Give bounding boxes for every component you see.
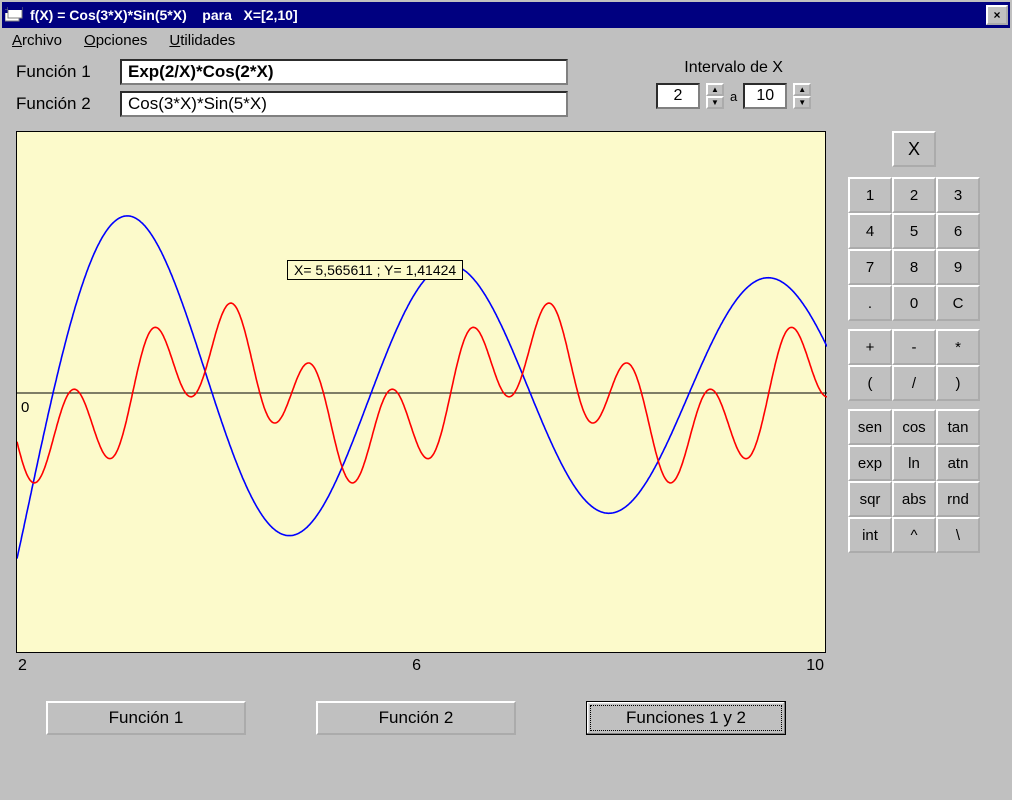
close-icon: ×	[993, 8, 1000, 22]
interval-block: Intervalo de X ▲ ▼ a ▲ ▼	[656, 59, 811, 109]
keypad-key-2[interactable]: 2	[892, 177, 936, 213]
plot-function1-button[interactable]: Función 1	[46, 701, 246, 735]
function1-label: Función 1	[16, 62, 120, 82]
keypad: X 123456789.0C +-*(/) sencostanexplnatns…	[846, 131, 982, 553]
plot-wrap: 0 X= 5,565611 ; Y= 1,41424 2 6 10	[16, 131, 826, 675]
keypad-fn-\[interactable]: \	[936, 517, 980, 553]
interval-from-up[interactable]: ▲	[706, 83, 724, 96]
function2-input[interactable]	[120, 91, 568, 117]
interval-to-input[interactable]	[743, 83, 787, 109]
keypad-fn-tan[interactable]: tan	[936, 409, 980, 445]
function2-label: Función 2	[16, 94, 120, 114]
interval-to-down[interactable]: ▼	[793, 96, 811, 109]
keypad-key-6[interactable]: 6	[936, 213, 980, 249]
app-icon	[4, 5, 24, 25]
keypad-fn-atn[interactable]: atn	[936, 445, 980, 481]
keypad-op-/[interactable]: /	[892, 365, 936, 401]
keypad-fn-sqr[interactable]: sqr	[848, 481, 892, 517]
keypad-fn-abs[interactable]: abs	[892, 481, 936, 517]
keypad-key-3[interactable]: 3	[936, 177, 980, 213]
keypad-op-+[interactable]: +	[848, 329, 892, 365]
plot-tooltip: X= 5,565611 ; Y= 1,41424	[287, 260, 463, 280]
keypad-fn-int[interactable]: int	[848, 517, 892, 553]
keypad-fn-sen[interactable]: sen	[848, 409, 892, 445]
keypad-funcs: sencostan explnatn sqrabsrnd int^\	[848, 409, 980, 553]
interval-to-spinner: ▲ ▼	[793, 83, 811, 109]
keypad-key-9[interactable]: 9	[936, 249, 980, 285]
window-title: f(X) = Cos(3*X)*Sin(5*X) para X=[2,10]	[30, 7, 986, 23]
x-tick: 2	[18, 657, 27, 675]
menu-utilidades[interactable]: Utilidades	[169, 32, 235, 49]
keypad-fn-exp[interactable]: exp	[848, 445, 892, 481]
titlebar[interactable]: f(X) = Cos(3*X)*Sin(5*X) para X=[2,10] ×	[2, 2, 1010, 28]
keypad-key-C[interactable]: C	[936, 285, 980, 321]
keypad-fn-cos[interactable]: cos	[892, 409, 936, 445]
keypad-fn-ln[interactable]: ln	[892, 445, 936, 481]
keypad-op--[interactable]: -	[892, 329, 936, 365]
keypad-op-*[interactable]: *	[936, 329, 980, 365]
keypad-key-7[interactable]: 7	[848, 249, 892, 285]
keypad-op-)[interactable]: )	[936, 365, 980, 401]
interval-to-up[interactable]: ▲	[793, 83, 811, 96]
menu-opciones[interactable]: Opciones	[84, 32, 147, 49]
keypad-key-5[interactable]: 5	[892, 213, 936, 249]
function1-input[interactable]	[120, 59, 568, 85]
keypad-op-([interactable]: (	[848, 365, 892, 401]
x-tick: 6	[412, 657, 421, 675]
keypad-fn-rnd[interactable]: rnd	[936, 481, 980, 517]
plot-function2-button[interactable]: Función 2	[316, 701, 516, 735]
keypad-key-0[interactable]: 0	[892, 285, 936, 321]
close-button[interactable]: ×	[986, 5, 1008, 25]
plot-svg	[17, 132, 827, 654]
interval-from-spinner: ▲ ▼	[706, 83, 724, 109]
x-axis-ticks: 2 6 10	[16, 657, 826, 675]
interval-title: Intervalo de X	[656, 59, 811, 77]
keypad-var-x[interactable]: X	[892, 131, 936, 167]
app-window: f(X) = Cos(3*X)*Sin(5*X) para X=[2,10] ×…	[0, 0, 1012, 800]
interval-from-down[interactable]: ▼	[706, 96, 724, 109]
menubar: Archivo Opciones Utilidades	[2, 28, 1010, 53]
keypad-key-8[interactable]: 8	[892, 249, 936, 285]
keypad-key-.[interactable]: .	[848, 285, 892, 321]
keypad-key-4[interactable]: 4	[848, 213, 892, 249]
keypad-fn-^[interactable]: ^	[892, 517, 936, 553]
menu-archivo[interactable]: Archivo	[12, 32, 62, 49]
client-area: Función 1 Función 2 Intervalo de X ▲ ▼ a	[2, 53, 1010, 798]
bottom-buttons: Función 1 Función 2 Funciones 1 y 2	[16, 701, 996, 735]
keypad-digits: 123 456 789.0C	[848, 177, 980, 321]
interval-separator: a	[730, 89, 737, 104]
plot-both-button[interactable]: Funciones 1 y 2	[586, 701, 786, 735]
keypad-ops: +-* (/)	[848, 329, 980, 401]
plot-canvas[interactable]: 0 X= 5,565611 ; Y= 1,41424	[16, 131, 826, 653]
keypad-key-1[interactable]: 1	[848, 177, 892, 213]
y-zero-label: 0	[21, 399, 29, 416]
x-tick: 10	[806, 657, 824, 675]
interval-from-input[interactable]	[656, 83, 700, 109]
